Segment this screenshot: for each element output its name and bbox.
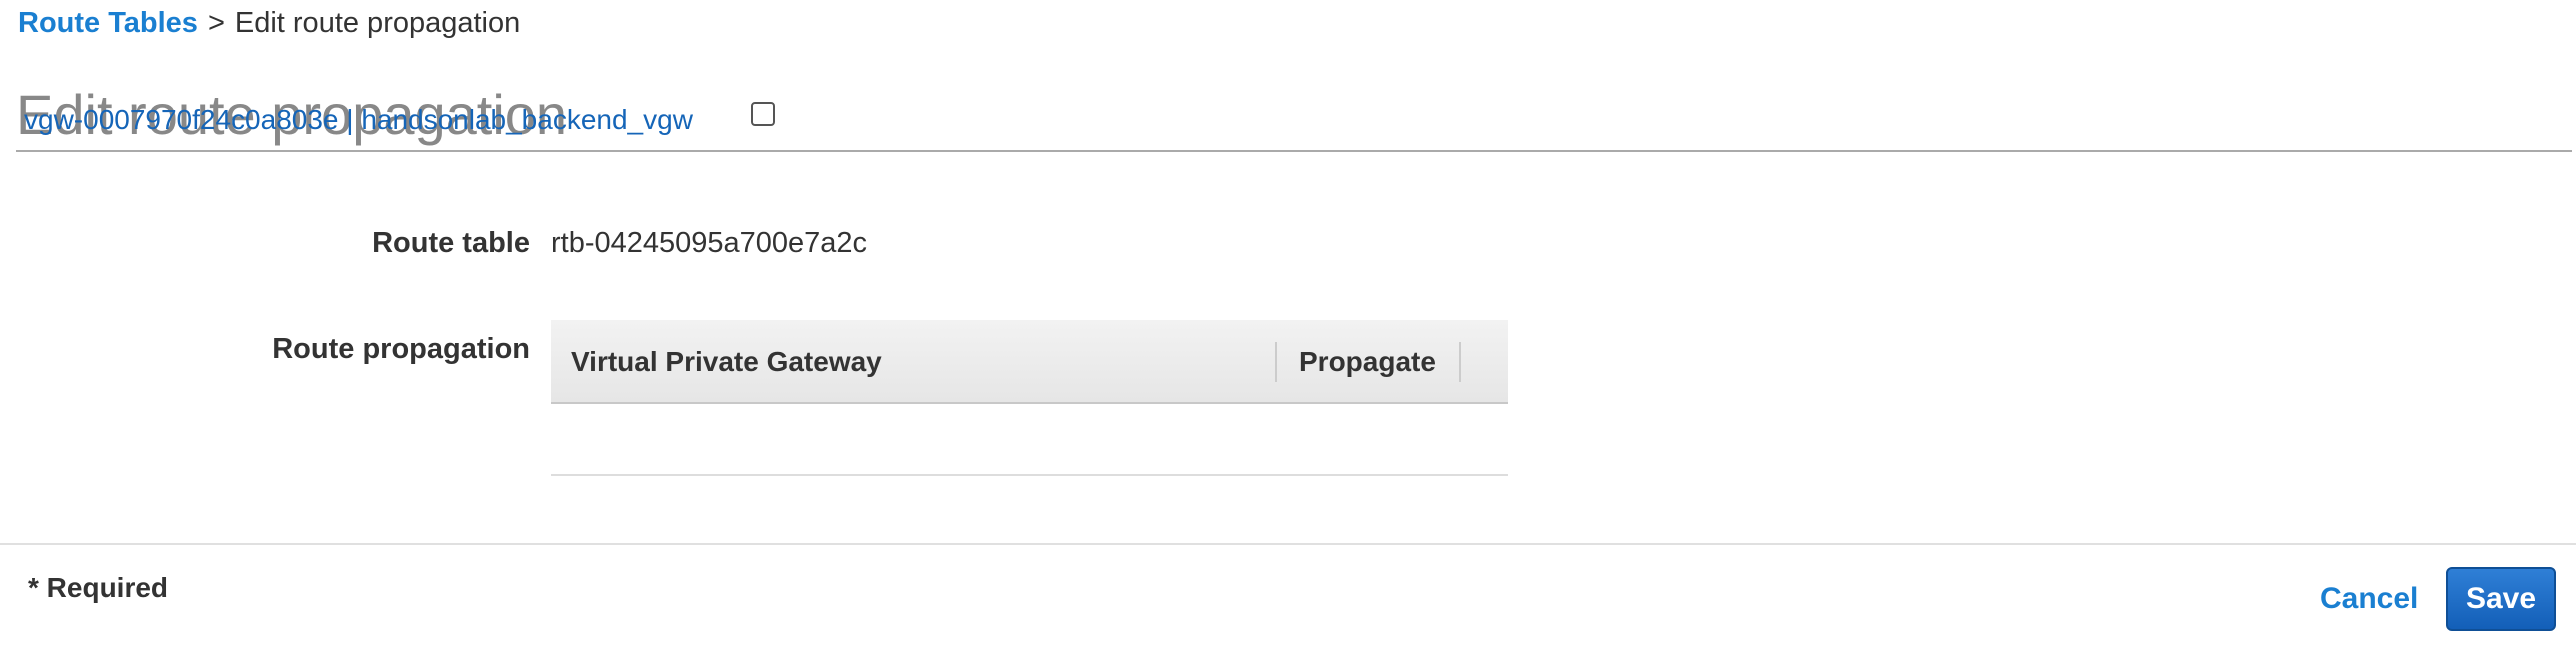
table-row [551, 404, 1508, 476]
footer-divider [0, 543, 2576, 545]
breadcrumb: Route Tables > Edit route propagation [18, 6, 520, 40]
breadcrumb-separator: > [207, 7, 225, 39]
route-propagation-table: Virtual Private Gateway Propagate [551, 320, 1508, 476]
column-divider[interactable] [1459, 342, 1461, 382]
column-divider[interactable] [1275, 342, 1277, 382]
title-divider [16, 150, 2572, 152]
cancel-button[interactable]: Cancel [2320, 582, 2418, 616]
save-button[interactable]: Save [2446, 567, 2556, 631]
breadcrumb-route-tables-link[interactable]: Route Tables [18, 7, 198, 39]
route-table-label: Route table [372, 227, 530, 259]
required-note: * Required [28, 572, 169, 603]
route-table-value: rtb-04245095a700e7a2c [551, 227, 868, 259]
virtual-private-gateway-link[interactable]: vgw-0007970f24c0a803e | handsonlab_backe… [24, 104, 693, 136]
table-header: Virtual Private Gateway Propagate [551, 320, 1508, 404]
column-header-virtual-private-gateway[interactable]: Virtual Private Gateway [571, 346, 882, 378]
route-propagation-label: Route propagation [272, 333, 530, 365]
breadcrumb-current: Edit route propagation [234, 7, 521, 39]
column-header-propagate[interactable]: Propagate [1299, 346, 1436, 378]
propagate-checkbox[interactable] [751, 102, 775, 126]
